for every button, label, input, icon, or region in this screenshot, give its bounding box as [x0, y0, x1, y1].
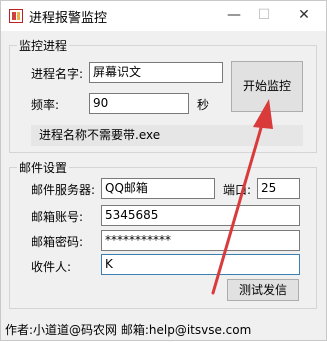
main-window: 进程报警监控 — ☐ ✕ 监控进程 进程名字: 屏幕识文 频率: 90 秒 开始… — [0, 0, 327, 341]
arrow-shaft — [211, 119, 265, 295]
annotation-arrow — [211, 99, 273, 295]
arrow-head — [253, 99, 273, 129]
